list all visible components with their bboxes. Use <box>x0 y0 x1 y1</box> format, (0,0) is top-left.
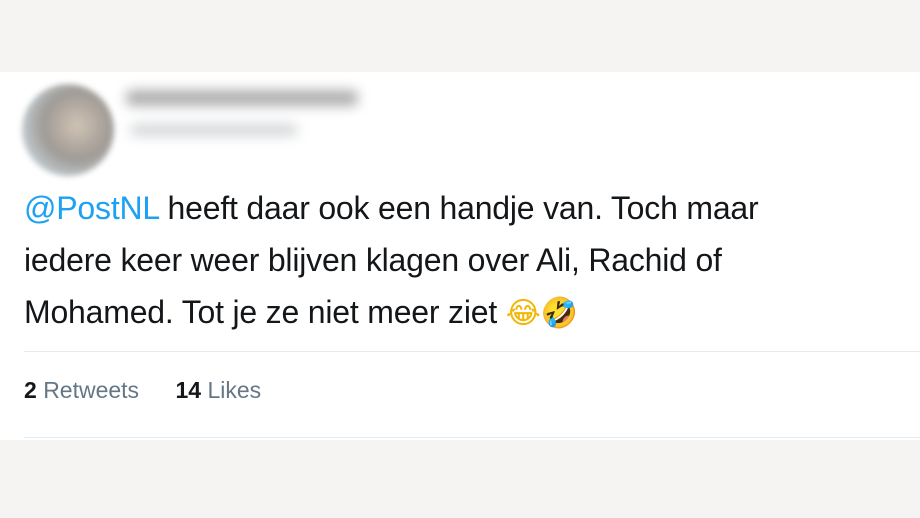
top-background <box>0 0 920 72</box>
likes-stat[interactable]: 14 Likes <box>175 377 261 404</box>
avatar[interactable] <box>22 84 114 176</box>
tweet-text-line3: Mohamed. Tot je ze niet meer ziet <box>24 294 506 330</box>
retweets-count: 2 <box>24 377 37 403</box>
divider-top <box>24 351 920 352</box>
username-redacted <box>130 124 298 136</box>
divider-bottom <box>24 437 920 438</box>
tweet-text-line1: heeft daar ook een handje van. Toch maar <box>158 190 759 226</box>
tweet-text: @PostNL heeft daar ook een handje van. T… <box>24 182 904 340</box>
display-name-redacted <box>126 90 358 106</box>
mention-link[interactable]: @PostNL <box>24 190 159 226</box>
tears-of-joy-emoji-icon: 😂 <box>505 296 541 331</box>
retweets-label: Retweets <box>43 377 140 403</box>
tweet-text-line2: iedere keer weer blijven klagen over Ali… <box>24 242 722 278</box>
retweets-stat[interactable]: 2 Retweets <box>24 377 139 404</box>
tweet-card: @PostNL heeft daar ook een handje van. T… <box>0 72 920 440</box>
likes-label: Likes <box>207 377 262 403</box>
likes-count: 14 <box>175 377 202 403</box>
bottom-background <box>0 440 920 518</box>
tweet-stats: 2 Retweets 14 Likes <box>24 377 291 404</box>
rolling-laughing-emoji-icon: 🤣 <box>540 296 578 331</box>
